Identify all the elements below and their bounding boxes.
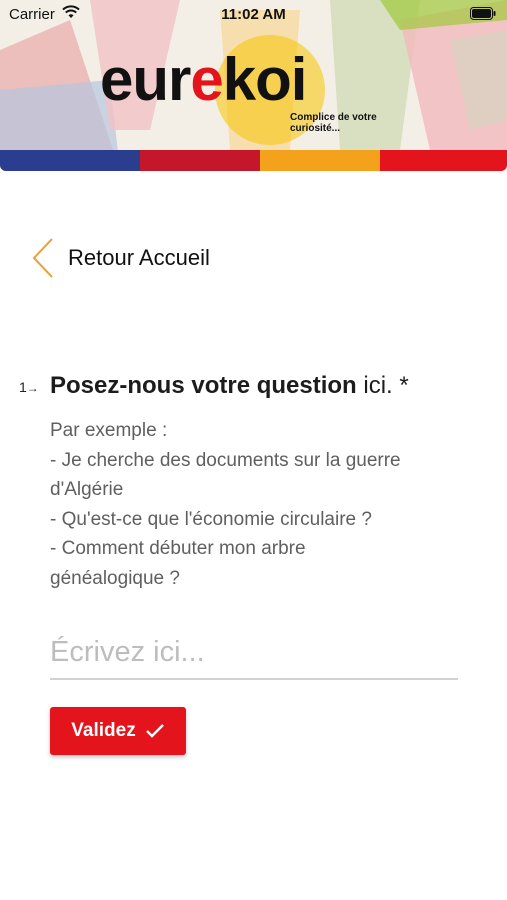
chevron-left-icon: [32, 238, 53, 278]
answer-input[interactable]: [50, 626, 458, 680]
logo-tagline: Complice de votre curiosité...: [290, 112, 377, 134]
logo-wordmark: eurekoi: [100, 46, 307, 113]
arrow-right-icon: →: [26, 381, 39, 395]
back-label: Retour Accueil: [68, 245, 210, 270]
eurekoi-logo: eurekoi Complice de votre curiosité...: [100, 42, 400, 142]
question-description: Par exemple : - Je cherche des documents…: [50, 420, 401, 589]
question-title: Posez-nous votre question ici. *: [50, 372, 409, 399]
back-button[interactable]: Retour Accueil: [30, 236, 210, 280]
question-number: 1→: [19, 379, 39, 395]
battery-icon: [470, 7, 496, 20]
status-time: 11:02 AM: [221, 6, 286, 23]
submit-label: Validez: [71, 720, 136, 741]
status-bar: Carrier 11:02 AM: [0, 0, 507, 28]
submit-button[interactable]: Validez: [50, 707, 186, 755]
header-banner: Carrier 11:02 AM eurekoi Complice de vot…: [0, 0, 507, 171]
checkmark-icon: [145, 724, 164, 738]
